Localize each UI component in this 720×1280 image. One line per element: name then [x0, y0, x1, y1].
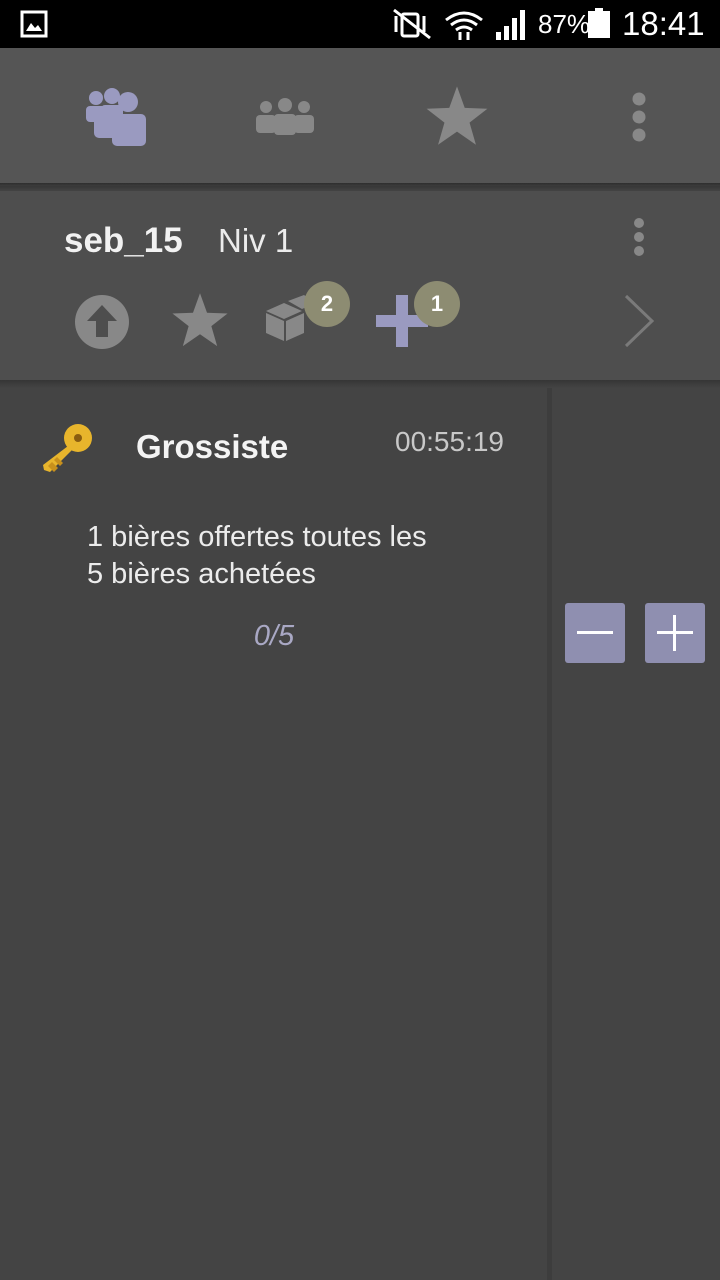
- star-icon: [172, 293, 228, 347]
- top-nav-bar: [0, 48, 720, 186]
- tab-favorites[interactable]: [417, 48, 497, 186]
- tab-users[interactable]: [75, 48, 155, 186]
- user-level: Niv 1: [218, 222, 294, 259]
- column-divider: [547, 388, 552, 1280]
- upload-button[interactable]: [73, 293, 131, 356]
- overflow-menu-button[interactable]: [618, 48, 660, 186]
- favorite-button[interactable]: [171, 293, 229, 354]
- more-vert-icon: [632, 92, 646, 142]
- reward-description-line-2: 5 bières achetées: [87, 558, 316, 590]
- tab-groups[interactable]: [245, 48, 325, 186]
- signal-icon: [496, 10, 525, 40]
- groups-icon: [256, 98, 314, 135]
- status-bar: 87% 18:41: [0, 0, 720, 48]
- minus-icon: [577, 631, 613, 634]
- star-icon: [426, 86, 488, 145]
- username: seb_15: [64, 221, 183, 260]
- battery-percent: 87%: [538, 9, 591, 39]
- reward-timer: 00:55:19: [395, 426, 504, 457]
- upload-circle-icon: [75, 295, 129, 349]
- users-icon: [86, 88, 146, 146]
- plus-icon: [657, 615, 693, 651]
- reward-progress: 0/5: [253, 620, 295, 652]
- chevron-right-icon: [624, 294, 655, 348]
- increment-button[interactable]: [645, 603, 705, 663]
- profile-header: seb_15 Niv 1 2 1: [0, 191, 720, 381]
- clock: 18:41: [622, 5, 705, 42]
- key-icon: [43, 424, 92, 472]
- battery-icon: [588, 8, 610, 38]
- nav-shadow: [0, 183, 720, 191]
- reward-description: 1 bières offertes toutes les 5 bières ac…: [87, 519, 527, 593]
- status-icons: [393, 8, 525, 40]
- wifi-icon: [445, 11, 483, 40]
- gallery-icon: [20, 10, 48, 38]
- vibrate-mute-icon: [393, 8, 431, 40]
- profile-shadow: [0, 380, 720, 388]
- add-badge: 1: [414, 281, 460, 327]
- reward-description-line-1: 1 bières offertes toutes les: [87, 521, 427, 553]
- profile-more-vert-icon[interactable]: [626, 217, 652, 257]
- reward-title: Grossiste: [136, 428, 289, 465]
- next-button[interactable]: [622, 293, 656, 354]
- decrement-button[interactable]: [565, 603, 625, 663]
- box-badge: 2: [304, 281, 350, 327]
